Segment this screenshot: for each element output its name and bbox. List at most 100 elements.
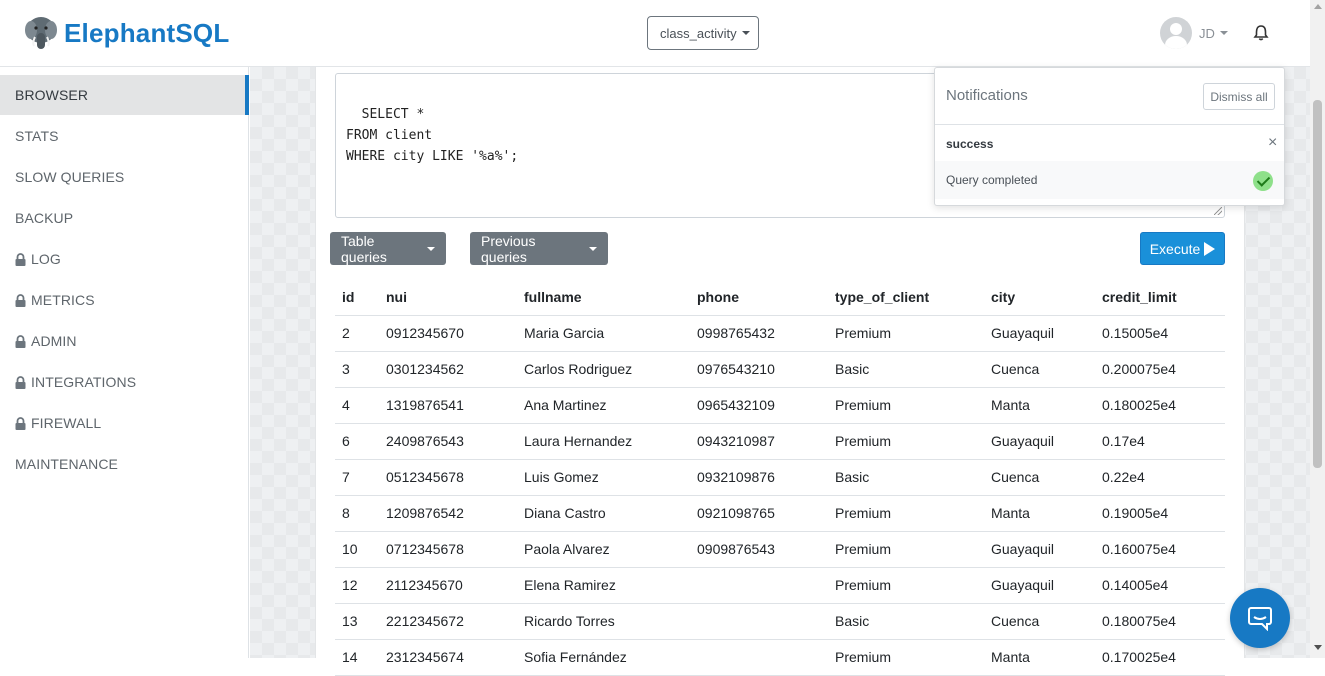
table-cell: 14 bbox=[335, 639, 379, 676]
table-cell: 0932109876 bbox=[690, 459, 828, 496]
column-header: nui bbox=[379, 279, 517, 316]
table-cell: 1319876541 bbox=[379, 387, 517, 424]
resize-handle[interactable] bbox=[1214, 207, 1222, 215]
table-cell: Cuenca bbox=[984, 603, 1095, 640]
results-body: 2 0912345670 Maria Garcia 0998765432 Premium… bbox=[335, 315, 1225, 676]
column-header: id bbox=[335, 279, 379, 316]
column-header: phone bbox=[690, 279, 828, 316]
lock-icon bbox=[15, 334, 26, 348]
sidebar-item-stats[interactable]: STATS bbox=[0, 116, 249, 156]
table-cell: Premium bbox=[828, 495, 984, 532]
scroll-up-arrow[interactable] bbox=[1314, 4, 1322, 9]
sidebar-item-integrations[interactable]: INTEGRATIONS bbox=[0, 362, 249, 402]
sidebar-item-label: BROWSER bbox=[15, 87, 89, 103]
dismiss-all-button[interactable]: Dismiss all bbox=[1203, 83, 1275, 110]
table-cell: Premium bbox=[828, 387, 984, 424]
table-cell: Ana Martinez bbox=[517, 387, 690, 424]
table-cell: 0.15005e4 bbox=[1095, 315, 1225, 352]
table-cell: Basic bbox=[828, 351, 984, 388]
sidebar-item-maintenance[interactable]: MAINTENANCE bbox=[0, 444, 249, 484]
instance-dropdown[interactable]: class_activity bbox=[647, 16, 759, 50]
table-row: 3 0301234562 Carlos Rodriguez 0976543210 Bas… bbox=[335, 351, 1225, 388]
table-row: 7 0512345678 Luis Gomez 0932109876 Basic Cuen… bbox=[335, 459, 1225, 496]
notification-message: Query completed bbox=[946, 173, 1038, 187]
table-cell: 0965432109 bbox=[690, 387, 828, 424]
table-cell: 0943210987 bbox=[690, 423, 828, 460]
chevron-down-icon bbox=[741, 31, 750, 35]
table-cell: 0909876543 bbox=[690, 531, 828, 568]
table-cell: 12 bbox=[335, 567, 379, 604]
table-cell: Cuenca bbox=[984, 351, 1095, 388]
dismiss-all-label: Dismiss all bbox=[1210, 89, 1268, 104]
table-cell: 0.17e4 bbox=[1095, 423, 1225, 460]
table-row: 2 0912345670 Maria Garcia 0998765432 Premium… bbox=[335, 315, 1225, 352]
column-header: credit_limit bbox=[1095, 279, 1225, 316]
previous-queries-button[interactable]: Previous queries bbox=[470, 232, 608, 265]
column-header: type_of_client bbox=[828, 279, 984, 316]
chevron-down-icon bbox=[427, 246, 435, 251]
table-cell: 4 bbox=[335, 387, 379, 424]
table-cell: Manta bbox=[984, 495, 1095, 532]
close-icon[interactable]: × bbox=[1268, 134, 1277, 152]
table-cell: 10 bbox=[335, 531, 379, 568]
table-cell: Guayaquil bbox=[984, 315, 1095, 352]
results-table: id nui fullname phone type_of_client cit… bbox=[335, 279, 1225, 676]
sidebar-item-metrics[interactable]: METRICS bbox=[0, 280, 249, 320]
sidebar-item-label: METRICS bbox=[31, 292, 95, 308]
table-cell: Basic bbox=[828, 459, 984, 496]
lock-icon bbox=[15, 375, 26, 389]
table-cell: Diana Castro bbox=[517, 495, 690, 532]
sidebar-nav: BROWSER STATS SLOW QUERIES BACKUP LOG ME… bbox=[0, 67, 249, 658]
table-cell: 8 bbox=[335, 495, 379, 532]
table-row: 8 1209876542 Diana Castro 0921098765 Premium… bbox=[335, 495, 1225, 532]
brand-name: ElephantSQL bbox=[64, 17, 230, 48]
table-cell: Basic bbox=[828, 603, 984, 640]
table-cell: 0.170025e4 bbox=[1095, 639, 1225, 676]
table-cell: 0.14005e4 bbox=[1095, 567, 1225, 604]
sidebar-item-label: FIREWALL bbox=[31, 415, 102, 431]
table-row: 14 2312345674 Sofia Fernández Premium Manta 0… bbox=[335, 639, 1225, 676]
table-cell: Elena Ramirez bbox=[517, 567, 690, 604]
table-cell: 0998765432 bbox=[690, 315, 828, 352]
table-cell bbox=[690, 567, 828, 604]
table-cell: Manta bbox=[984, 387, 1095, 424]
sidebar-item-slow-queries[interactable]: SLOW QUERIES bbox=[0, 157, 249, 197]
user-avatar-icon bbox=[1160, 17, 1192, 49]
table-cell: 6 bbox=[335, 423, 379, 460]
table-cell: 0921098765 bbox=[690, 495, 828, 532]
table-cell: 0.200075e4 bbox=[1095, 351, 1225, 388]
table-header-row: id nui fullname phone type_of_client cit… bbox=[335, 279, 1225, 316]
support-chat-button[interactable] bbox=[1230, 588, 1290, 648]
table-queries-button[interactable]: Table queries bbox=[330, 232, 446, 265]
divider bbox=[935, 124, 1284, 125]
table-cell: 0.22e4 bbox=[1095, 459, 1225, 496]
sidebar-item-browser[interactable]: BROWSER bbox=[0, 75, 249, 115]
sidebar-item-firewall[interactable]: FIREWALL bbox=[0, 403, 249, 443]
sidebar-item-label: SLOW QUERIES bbox=[15, 169, 125, 185]
sidebar-item-label: LOG bbox=[31, 251, 61, 267]
table-row: 6 2409876543 Laura Hernandez 0943210987 Prem… bbox=[335, 423, 1225, 460]
table-cell: 2212345672 bbox=[379, 603, 517, 640]
brand-logo[interactable]: ElephantSQL bbox=[24, 14, 229, 52]
sidebar-item-admin[interactable]: ADMIN bbox=[0, 321, 249, 361]
user-menu[interactable]: JD bbox=[1160, 17, 1228, 49]
sidebar-item-log[interactable]: LOG bbox=[0, 239, 249, 279]
table-cell: Sofia Fernández bbox=[517, 639, 690, 676]
table-cell: 2 bbox=[335, 315, 379, 352]
table-row: 12 2112345670 Elena Ramirez Premium Guayaqui… bbox=[335, 567, 1225, 604]
notification-item: Query completed bbox=[935, 161, 1284, 199]
column-header: fullname bbox=[517, 279, 690, 316]
sidebar-item-label: ADMIN bbox=[31, 333, 77, 349]
sidebar-item-backup[interactable]: BACKUP bbox=[0, 198, 249, 238]
table-row: 13 2212345672 Ricardo Torres Basic Cuenca 0.1… bbox=[335, 603, 1225, 640]
scroll-down-arrow[interactable] bbox=[1314, 645, 1322, 650]
execute-button[interactable]: Execute bbox=[1140, 232, 1225, 265]
instance-dropdown-value: class_activity bbox=[660, 25, 737, 41]
sidebar-item-label: STATS bbox=[15, 128, 59, 144]
bell-icon[interactable] bbox=[1253, 24, 1269, 42]
previous-queries-label: Previous queries bbox=[481, 232, 536, 265]
page-scrollbar[interactable] bbox=[1310, 0, 1325, 658]
scroll-thumb[interactable] bbox=[1313, 100, 1322, 468]
notification-type: success bbox=[946, 137, 994, 151]
table-cell: Guayaquil bbox=[984, 423, 1095, 460]
